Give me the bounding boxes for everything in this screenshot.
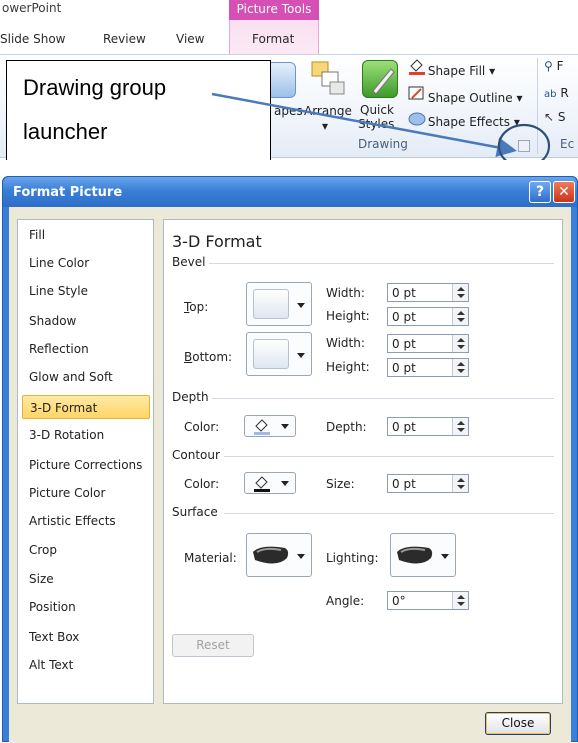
- top-width-label: Width:: [326, 286, 365, 300]
- contour-color-dropdown[interactable]: [244, 472, 296, 494]
- section-divider: [224, 513, 554, 514]
- contour-section-label: Contour: [172, 448, 220, 462]
- dialog-title: Format Picture: [13, 185, 123, 200]
- format-picture-dialog: Format Picture ? ✕ Fill Line Color Line …: [2, 176, 578, 743]
- top-height-spinner[interactable]: 0 pt: [387, 307, 469, 326]
- section-divider: [209, 263, 554, 264]
- bottom-width-spinner[interactable]: 0 pt: [387, 334, 469, 353]
- panel-title: 3-D Format: [172, 232, 262, 251]
- section-divider: [224, 456, 554, 457]
- spinner-icon[interactable]: [452, 284, 468, 301]
- surface-section-label: Surface: [172, 505, 218, 519]
- bottom-width-label: Width:: [326, 336, 365, 350]
- reset-button[interactable]: Reset: [172, 634, 254, 657]
- depth-spinner[interactable]: 0 pt: [387, 417, 469, 436]
- nav-crop[interactable]: Crop: [22, 538, 150, 562]
- close-button[interactable]: Close: [485, 712, 551, 735]
- close-icon[interactable]: ✕: [553, 181, 575, 203]
- dialog-titlebar[interactable]: Format Picture ? ✕: [3, 177, 577, 207]
- lighting-label: Lighting:: [326, 551, 379, 565]
- dropdown-arrow-icon: [281, 424, 289, 429]
- nav-3d-format[interactable]: 3-D Format: [22, 395, 150, 419]
- dropdown-arrow-icon: [281, 481, 289, 486]
- nav-size[interactable]: Size: [22, 567, 150, 591]
- depth-color-label: Color:: [184, 420, 220, 434]
- nav-position[interactable]: Position: [22, 595, 150, 619]
- bevel-section-label: Bevel: [172, 255, 206, 269]
- nav-picture-color[interactable]: Picture Color: [22, 481, 150, 505]
- depth-color-dropdown[interactable]: [244, 415, 296, 437]
- bottom-bevel-dropdown[interactable]: [246, 332, 312, 376]
- angle-value: 0°: [392, 594, 406, 608]
- size-label: Size:: [326, 477, 355, 491]
- spinner-icon[interactable]: [452, 308, 468, 325]
- bottom-height-label: Height:: [326, 360, 370, 374]
- dropdown-arrow-icon: [297, 353, 305, 358]
- lighting-icon: [395, 542, 435, 573]
- angle-label: Angle:: [326, 594, 365, 608]
- size-spinner[interactable]: 0 pt: [387, 474, 469, 493]
- angle-spinner[interactable]: 0°: [387, 591, 469, 610]
- nav-alt-text[interactable]: Alt Text: [22, 653, 150, 677]
- callout-arrow: [211, 92, 551, 160]
- top-width-value: 0 pt: [392, 286, 416, 300]
- nav-artistic-effects[interactable]: Artistic Effects: [22, 509, 150, 533]
- nav-line-color[interactable]: Line Color: [22, 251, 150, 275]
- bevel-swatch-icon: [253, 339, 289, 369]
- top-height-value: 0 pt: [392, 310, 416, 324]
- bottom-width-value: 0 pt: [392, 337, 416, 351]
- bottom-label: Bottom:: [184, 350, 233, 364]
- material-dropdown[interactable]: [246, 533, 312, 577]
- dropdown-arrow-icon: [441, 554, 449, 559]
- paint-bucket-icon: [253, 476, 271, 495]
- top-width-spinner[interactable]: 0 pt: [387, 283, 469, 302]
- nav-fill[interactable]: Fill: [22, 223, 150, 247]
- nav-text-box[interactable]: Text Box: [22, 625, 150, 649]
- settings-panel: 3-D Format Bevel Top: Bottom: Width: 0 p…: [163, 219, 563, 704]
- ribbon: owerPoint Picture Tools Slide Show Revie…: [0, 0, 578, 160]
- contour-color-label: Color:: [184, 477, 220, 491]
- section-divider: [212, 398, 554, 399]
- paint-bucket-icon: [253, 419, 271, 438]
- dropdown-arrow-icon: [297, 303, 305, 308]
- top-bevel-dropdown[interactable]: [246, 282, 312, 326]
- nav-shadow[interactable]: Shadow: [22, 309, 150, 333]
- size-value: 0 pt: [392, 477, 416, 491]
- material-icon: [251, 542, 291, 573]
- depth-section-label: Depth: [172, 390, 209, 404]
- dialog-body: Fill Line Color Line Style Shadow Reflec…: [9, 207, 571, 743]
- bottom-height-value: 0 pt: [392, 361, 416, 375]
- spinner-icon[interactable]: [452, 592, 468, 609]
- bevel-swatch-icon: [253, 289, 289, 319]
- material-label: Material:: [184, 551, 237, 565]
- category-list: Fill Line Color Line Style Shadow Reflec…: [17, 219, 154, 704]
- nav-glow-and-soft-edges[interactable]: Glow and Soft Edges: [22, 365, 150, 408]
- dropdown-arrow-icon: [297, 554, 305, 559]
- depth-label: Depth:: [326, 420, 367, 434]
- nav-reflection[interactable]: Reflection: [22, 337, 150, 361]
- nav-3d-rotation[interactable]: 3-D Rotation: [22, 423, 150, 447]
- lighting-dropdown[interactable]: [390, 533, 456, 577]
- spinner-icon[interactable]: [452, 359, 468, 376]
- bottom-height-spinner[interactable]: 0 pt: [387, 358, 469, 377]
- top-height-label: Height:: [326, 309, 370, 323]
- spinner-icon[interactable]: [452, 418, 468, 435]
- spinner-icon[interactable]: [452, 475, 468, 492]
- help-icon[interactable]: ?: [529, 181, 551, 203]
- depth-value: 0 pt: [392, 420, 416, 434]
- spinner-icon[interactable]: [452, 335, 468, 352]
- top-label: Top:: [184, 300, 209, 314]
- nav-picture-corrections[interactable]: Picture Corrections: [22, 453, 150, 477]
- nav-line-style[interactable]: Line Style: [22, 279, 150, 303]
